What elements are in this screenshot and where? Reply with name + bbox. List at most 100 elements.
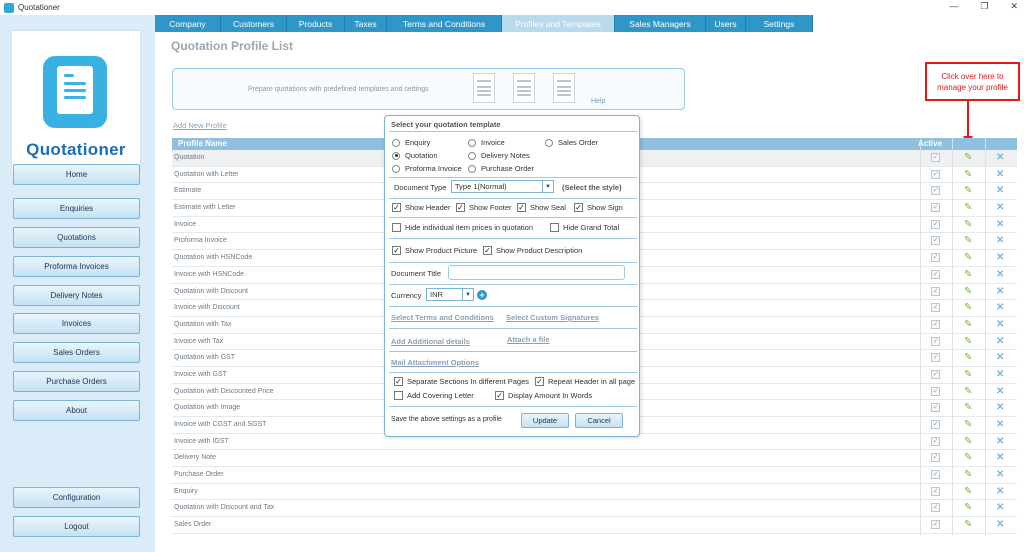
sidebar-item-purchase-orders[interactable]: Purchase Orders <box>13 371 140 392</box>
edit-pencil-icon[interactable]: ✎ <box>964 369 972 380</box>
sidebar-item-home[interactable]: Home <box>13 164 140 185</box>
edit-pencil-icon[interactable]: ✎ <box>964 269 972 280</box>
delete-x-icon[interactable]: ✕ <box>996 519 1004 530</box>
show-seal-checkbox[interactable]: ✓ Show Seal <box>517 203 566 212</box>
hide-grand-total-checkbox[interactable]: Hide Grand Total <box>550 223 619 232</box>
delete-x-icon[interactable]: ✕ <box>996 152 1004 163</box>
edit-pencil-icon[interactable]: ✎ <box>964 252 972 263</box>
add-additional-details-link[interactable]: Add Additional details <box>391 337 470 346</box>
delete-x-icon[interactable]: ✕ <box>996 302 1004 313</box>
active-checkbox[interactable]: ✓ <box>931 336 940 346</box>
sidebar-item-delivery-notes[interactable]: Delivery Notes <box>13 285 140 306</box>
radio-delivery-notes[interactable]: Delivery Notes <box>468 151 530 160</box>
delete-x-icon[interactable]: ✕ <box>996 386 1004 397</box>
edit-pencil-icon[interactable]: ✎ <box>964 302 972 313</box>
delete-x-icon[interactable]: ✕ <box>996 502 1004 513</box>
tab-settings[interactable]: Settings <box>746 15 813 32</box>
active-checkbox[interactable]: ✓ <box>931 269 940 279</box>
radio-enquiry[interactable]: Enquiry <box>392 138 430 147</box>
active-checkbox[interactable]: ✓ <box>931 420 940 429</box>
radio-proforma-invoice[interactable]: Proforma Invoice <box>392 164 462 173</box>
edit-pencil-icon[interactable]: ✎ <box>964 152 972 163</box>
edit-pencil-icon[interactable]: ✎ <box>964 469 972 480</box>
delete-x-icon[interactable]: ✕ <box>996 369 1004 380</box>
tab-sales-managers[interactable]: Sales Managers <box>615 15 706 32</box>
display-amount-words-checkbox[interactable]: ✓ Display Amount In Words <box>495 391 592 400</box>
active-checkbox[interactable]: ✓ <box>931 219 940 229</box>
tab-users[interactable]: Users <box>706 15 746 32</box>
radio-sales-order[interactable]: Sales Order <box>545 138 598 147</box>
sidebar-item-invoices[interactable]: Invoices <box>13 313 140 334</box>
delete-x-icon[interactable]: ✕ <box>996 352 1004 363</box>
active-checkbox[interactable]: ✓ <box>931 169 940 179</box>
close-icon[interactable]: ✕ <box>1010 1 1018 12</box>
currency-select[interactable]: INR ▼ <box>426 288 474 301</box>
edit-pencil-icon[interactable]: ✎ <box>964 386 972 397</box>
edit-pencil-icon[interactable]: ✎ <box>964 452 972 463</box>
delete-x-icon[interactable]: ✕ <box>996 402 1004 413</box>
active-checkbox[interactable]: ✓ <box>931 186 940 196</box>
delete-x-icon[interactable]: ✕ <box>996 336 1004 347</box>
template-icon[interactable] <box>553 73 575 103</box>
active-checkbox[interactable]: ✓ <box>931 353 940 363</box>
tab-company[interactable]: Company <box>155 15 221 32</box>
table-row[interactable]: Enquiry ✓ ✎ ✕ <box>172 483 1017 501</box>
delete-x-icon[interactable]: ✕ <box>996 319 1004 330</box>
sidebar-item-quotations[interactable]: Quotations <box>13 227 140 248</box>
edit-pencil-icon[interactable]: ✎ <box>964 219 972 230</box>
add-currency-icon[interactable]: + <box>477 290 487 300</box>
tab-customers[interactable]: Customers <box>221 15 287 32</box>
show-header-checkbox[interactable]: ✓ Show Header <box>392 203 450 212</box>
edit-pencil-icon[interactable]: ✎ <box>964 169 972 180</box>
help-link[interactable]: Help <box>591 98 605 105</box>
select-signatures-link[interactable]: Select Custom Signatures <box>506 313 599 322</box>
edit-pencil-icon[interactable]: ✎ <box>964 502 972 513</box>
active-checkbox[interactable]: ✓ <box>931 319 940 329</box>
tab-products[interactable]: Products <box>287 15 345 32</box>
delete-x-icon[interactable]: ✕ <box>996 202 1004 213</box>
edit-pencil-icon[interactable]: ✎ <box>964 436 972 447</box>
update-button[interactable]: Update <box>521 413 569 428</box>
delete-x-icon[interactable]: ✕ <box>996 419 1004 430</box>
active-checkbox[interactable]: ✓ <box>931 369 940 379</box>
delete-x-icon[interactable]: ✕ <box>996 252 1004 263</box>
show-product-picture-checkbox[interactable]: ✓ Show Product Picture <box>392 246 477 255</box>
active-checkbox[interactable]: ✓ <box>931 253 940 263</box>
minimize-icon[interactable]: — <box>949 1 958 12</box>
active-checkbox[interactable]: ✓ <box>931 286 940 296</box>
edit-pencil-icon[interactable]: ✎ <box>964 419 972 430</box>
radio-purchase-order[interactable]: Purchase Order <box>468 164 534 173</box>
repeat-header-checkbox[interactable]: ✓ Repeat Header in all page <box>535 377 635 386</box>
edit-pencil-icon[interactable]: ✎ <box>964 286 972 297</box>
cancel-button[interactable]: Cancel <box>575 413 623 428</box>
template-icon[interactable] <box>513 73 535 103</box>
mail-attachment-options-link[interactable]: Mail Attachment Options <box>391 358 479 367</box>
delete-x-icon[interactable]: ✕ <box>996 469 1004 480</box>
active-checkbox[interactable]: ✓ <box>931 436 940 446</box>
show-product-description-checkbox[interactable]: ✓ Show Product Description <box>483 246 582 255</box>
sidebar-item-logout[interactable]: Logout <box>13 516 140 537</box>
separate-sections-checkbox[interactable]: ✓ Separate Sections In different Pages <box>394 377 529 386</box>
edit-pencil-icon[interactable]: ✎ <box>964 402 972 413</box>
sidebar-item-proforma-invoices[interactable]: Proforma Invoices <box>13 256 140 277</box>
tab-taxes[interactable]: Taxes <box>345 15 387 32</box>
active-checkbox[interactable]: ✓ <box>931 520 940 530</box>
edit-pencil-icon[interactable]: ✎ <box>964 486 972 497</box>
delete-x-icon[interactable]: ✕ <box>996 452 1004 463</box>
active-checkbox[interactable]: ✓ <box>931 453 940 463</box>
radio-invoice[interactable]: Invoice <box>468 138 505 147</box>
sidebar-item-sales-orders[interactable]: Sales Orders <box>13 342 140 363</box>
edit-pencil-icon[interactable]: ✎ <box>964 185 972 196</box>
radio-quotation[interactable]: Quotation <box>392 151 438 160</box>
sidebar-item-about[interactable]: About <box>13 400 140 421</box>
edit-pencil-icon[interactable]: ✎ <box>964 336 972 347</box>
delete-x-icon[interactable]: ✕ <box>996 235 1004 246</box>
active-checkbox[interactable]: ✓ <box>931 503 940 513</box>
delete-x-icon[interactable]: ✕ <box>996 269 1004 280</box>
edit-pencil-icon[interactable]: ✎ <box>964 519 972 530</box>
document-type-select[interactable]: Type 1(Normal) ▼ <box>451 180 554 193</box>
attach-file-link[interactable]: Attach a file <box>507 335 550 344</box>
tab-terms-and-conditions[interactable]: Terms and Conditions <box>387 15 502 32</box>
add-covering-letter-checkbox[interactable]: Add Covering Letter <box>394 391 474 400</box>
table-row[interactable]: Delivery Note ✓ ✎ ✕ <box>172 450 1017 468</box>
